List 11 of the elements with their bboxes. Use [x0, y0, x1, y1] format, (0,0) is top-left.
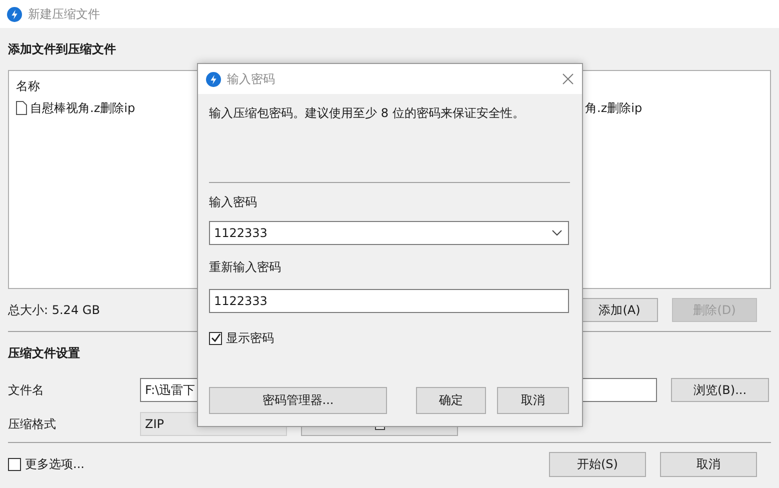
field-label: 重新输入密码 — [209, 258, 281, 276]
dialog-title: 输入密码 — [227, 70, 275, 88]
table-cell-text: 角.z删除ip — [584, 100, 644, 116]
section-heading: 添加文件到压缩文件 — [8, 40, 116, 58]
dialog-message: 输入压缩包密码。建议使用至少 8 位的密码来保证安全性。 — [209, 104, 524, 122]
total-size: 总大小: 5.24 GB — [8, 302, 100, 318]
window-title: 新建压缩文件 — [28, 6, 100, 22]
field-label: 输入密码 — [209, 194, 257, 210]
field-label: 压缩格式 — [8, 416, 57, 432]
section-heading: 压缩文件设置 — [8, 344, 80, 362]
field-label: 文件名 — [8, 382, 45, 398]
